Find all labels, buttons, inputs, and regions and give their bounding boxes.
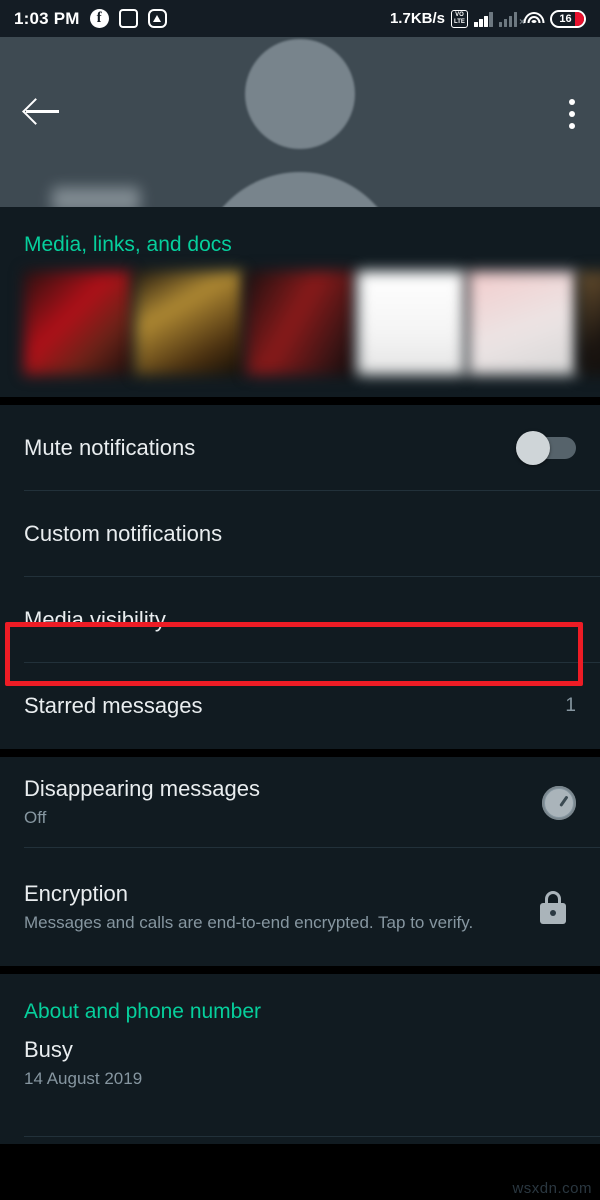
row-starred-messages[interactable]: Starred messages 1 xyxy=(0,663,600,749)
about-group: About and phone number Busy 14 August 20… xyxy=(0,974,600,1144)
signal-bars-sim2-no-service-icon xyxy=(498,11,524,28)
privacy-group: Disappearing messages Off Encryption Mes… xyxy=(0,757,600,966)
media-thumbnail[interactable]: 20 xyxy=(579,271,600,375)
about-status-date: 14 August 2019 xyxy=(24,1069,143,1088)
media-thumbnail[interactable] xyxy=(135,271,243,375)
encryption-label: Encryption xyxy=(24,880,128,906)
dialpad-icon xyxy=(118,9,138,28)
row-media-visibility[interactable]: Media visibility xyxy=(0,577,600,663)
status-bar: 1:03 PM f 1.7KB/s VO LTE × 16 xyxy=(0,0,600,37)
wifi-icon xyxy=(523,11,544,27)
settings-scroll-area[interactable]: Media, links, and docs 20 Mute notificat… xyxy=(0,207,600,1200)
mute-notifications-text: Mute notifications xyxy=(24,416,506,480)
avatar-head xyxy=(245,39,355,149)
section-divider xyxy=(0,966,600,974)
media-thumbnail[interactable] xyxy=(246,271,354,375)
back-arrow-icon[interactable] xyxy=(26,97,60,125)
drive-icon xyxy=(147,9,167,28)
lock-icon xyxy=(540,890,566,924)
disappearing-messages-text: Disappearing messages Off xyxy=(24,757,526,848)
avatar-body xyxy=(197,172,403,207)
volte-bottom: LTE xyxy=(454,18,465,25)
battery-level-label: 16 xyxy=(559,12,572,25)
status-clock: 1:03 PM xyxy=(14,8,80,28)
media-thumbnail-strip[interactable]: 20 xyxy=(0,271,600,397)
starred-messages-text: Starred messages xyxy=(24,674,549,738)
mute-notifications-toggle[interactable] xyxy=(516,431,576,465)
about-status-text: Busy xyxy=(24,1037,73,1062)
encryption-description: Messages and calls are end-to-end encryp… xyxy=(24,912,474,932)
row-about[interactable]: Busy 14 August 2019 xyxy=(0,1032,600,1137)
row-custom-notifications[interactable]: Custom notifications xyxy=(0,491,600,577)
row-encryption[interactable]: Encryption Messages and calls are end-to… xyxy=(0,848,600,966)
custom-notifications-text: Custom notifications xyxy=(24,502,576,566)
lock-body xyxy=(540,902,566,924)
battery-icon: 16 xyxy=(550,9,586,28)
row-disappearing-messages[interactable]: Disappearing messages Off xyxy=(0,757,600,848)
disappearing-messages-label: Disappearing messages xyxy=(24,776,261,801)
overflow-menu-icon[interactable] xyxy=(569,99,576,135)
status-bar-right: 1.7KB/s VO LTE 16 xyxy=(389,9,586,28)
starred-messages-count: 1 xyxy=(565,695,576,716)
volte-top: VO xyxy=(455,11,464,18)
media-section[interactable]: Media, links, and docs 20 xyxy=(0,207,600,397)
mute-notifications-label: Mute notifications xyxy=(24,435,196,460)
about-text-wrap: Busy 14 August 2019 xyxy=(24,1032,576,1109)
phone-screen: 1:03 PM f 1.7KB/s VO LTE × 16 Media, lin… xyxy=(0,0,600,1200)
facebook-icon: f xyxy=(89,9,109,28)
custom-notifications-label: Custom notifications xyxy=(24,521,223,546)
starred-messages-label: Starred messages xyxy=(24,693,203,718)
disappearing-messages-value: Off xyxy=(24,808,47,827)
profile-header xyxy=(0,37,600,207)
encryption-text: Encryption Messages and calls are end-to… xyxy=(24,862,524,953)
media-visibility-label: Media visibility xyxy=(24,607,166,632)
media-thumbnail[interactable] xyxy=(24,271,132,375)
network-speed-label: 1.7KB/s xyxy=(389,10,445,27)
status-bar-left: 1:03 PM f xyxy=(14,9,167,29)
section-divider xyxy=(0,749,600,757)
toggle-knob xyxy=(516,431,550,465)
watermark: wsxdn.com xyxy=(512,1180,592,1197)
signal-bars-sim1-icon xyxy=(474,11,493,27)
row-separator xyxy=(24,1136,600,1137)
stopwatch-icon xyxy=(542,785,576,820)
media-thumbnail[interactable] xyxy=(468,271,576,375)
media-section-title: Media, links, and docs xyxy=(24,233,232,256)
media-thumbnail[interactable] xyxy=(357,271,465,375)
volte-icon: VO LTE xyxy=(451,9,468,28)
notification-settings-group: Mute notifications Custom notifications … xyxy=(0,405,600,749)
about-section-title: About and phone number xyxy=(24,1000,262,1023)
contact-name xyxy=(52,187,140,207)
media-visibility-text: Media visibility xyxy=(24,588,576,652)
row-mute-notifications[interactable]: Mute notifications xyxy=(0,405,600,491)
section-divider xyxy=(0,397,600,405)
